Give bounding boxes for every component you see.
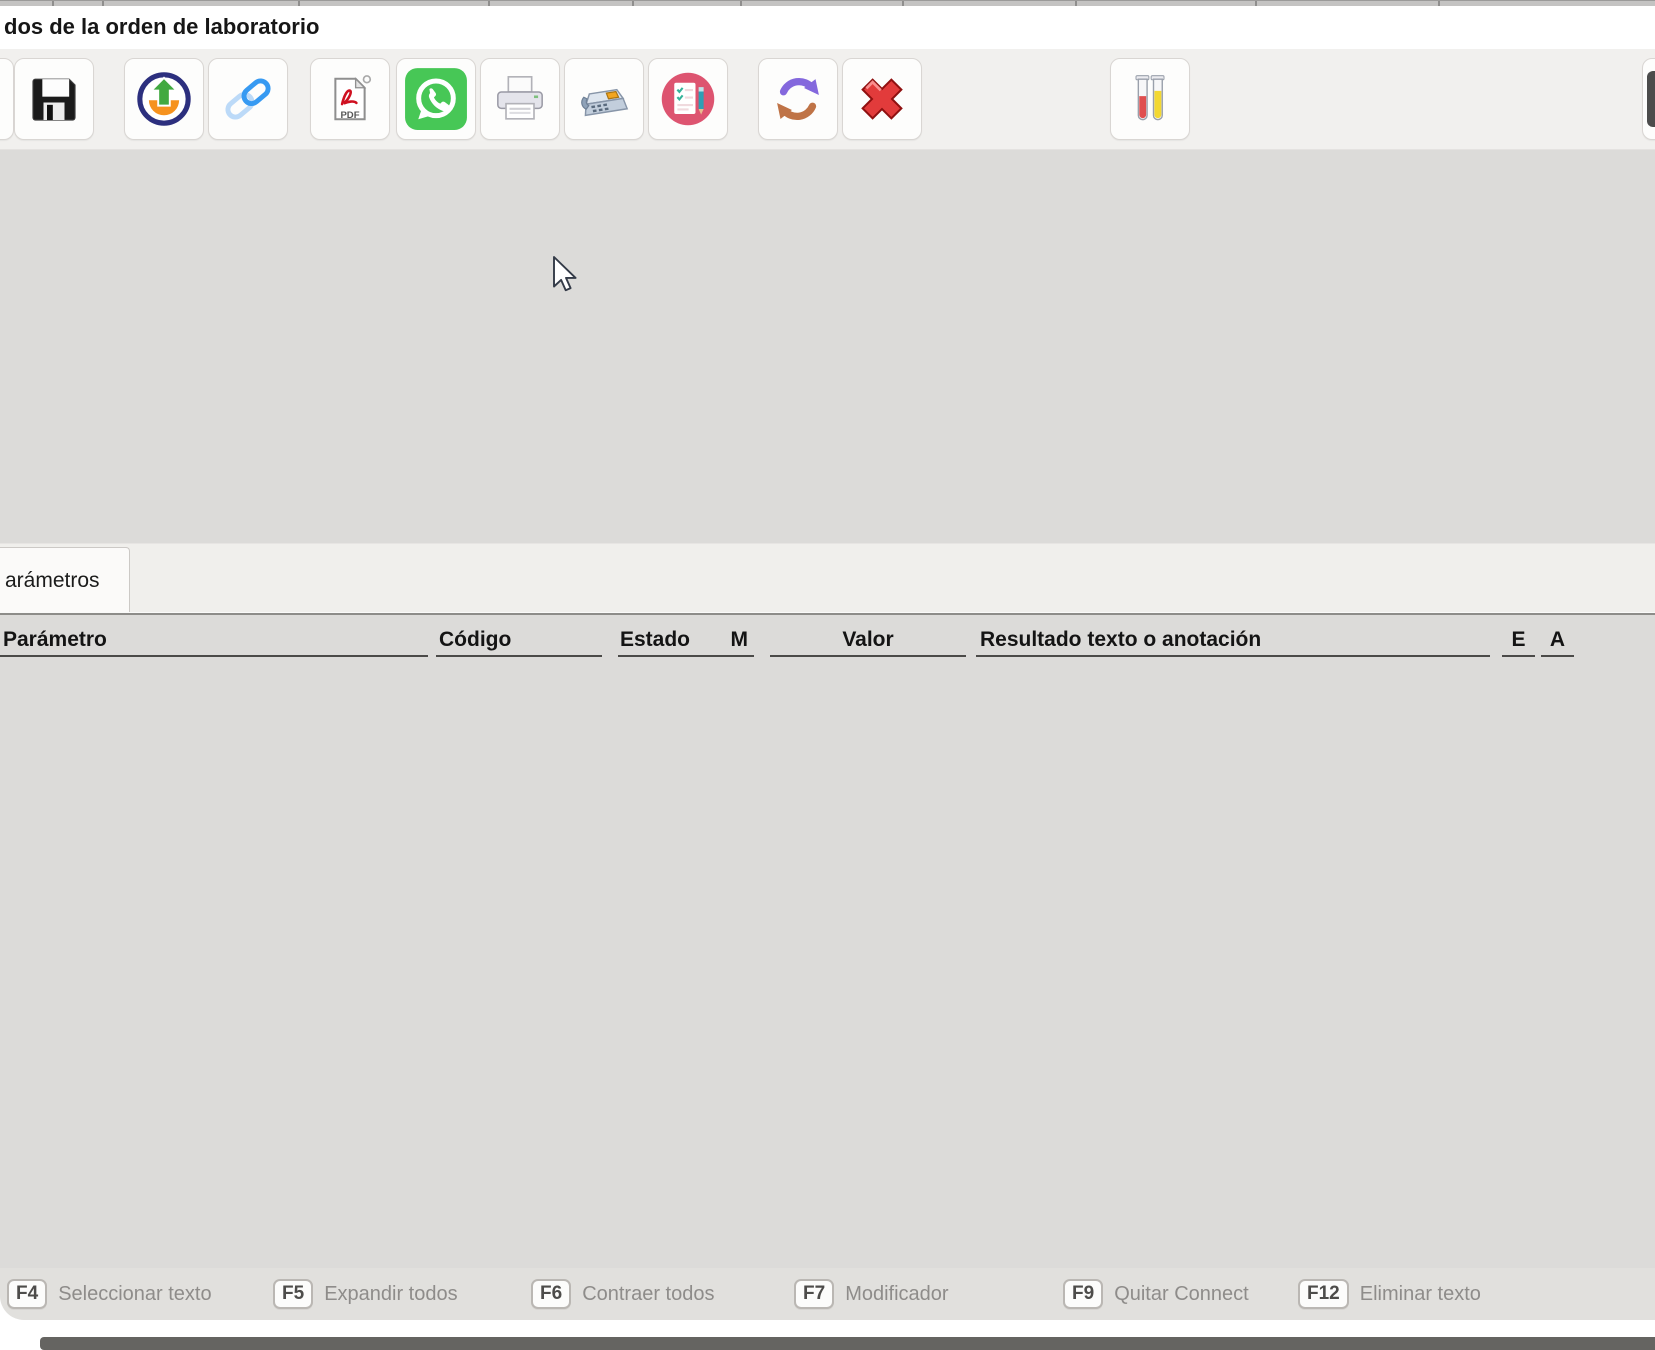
fkey-hint-f9: F9 Quitar Connect bbox=[1063, 1279, 1249, 1309]
checklist-circle-icon bbox=[658, 69, 718, 129]
column-header-parametro[interactable]: Parámetro bbox=[0, 623, 428, 657]
upload-button[interactable] bbox=[124, 58, 204, 140]
f5-key-badge: F5 bbox=[273, 1279, 313, 1309]
bottom-window-edge bbox=[40, 1337, 1655, 1350]
toolbar: PDF bbox=[0, 49, 1655, 150]
printer-icon bbox=[492, 71, 548, 127]
column-header-valor[interactable]: Valor bbox=[770, 623, 966, 657]
cropped-left-button[interactable] bbox=[0, 58, 14, 140]
f6-key-badge: F6 bbox=[531, 1279, 571, 1309]
column-header-a[interactable]: A bbox=[1541, 623, 1574, 657]
f6-key-label: Contraer todos bbox=[582, 1283, 714, 1306]
fkey-hint-f4: F4 Seleccionar texto bbox=[7, 1279, 212, 1309]
fax-button[interactable] bbox=[564, 58, 644, 140]
f12-key-label: Eliminar texto bbox=[1360, 1283, 1481, 1306]
save-button[interactable] bbox=[14, 58, 94, 140]
f9-key-label: Quitar Connect bbox=[1114, 1283, 1249, 1306]
column-header-e[interactable]: E bbox=[1502, 623, 1535, 657]
column-header-m: M bbox=[731, 623, 749, 655]
parameters-grid-body[interactable] bbox=[0, 659, 1655, 1268]
report-button[interactable] bbox=[648, 58, 728, 140]
svg-text:PDF: PDF bbox=[340, 110, 359, 121]
parameters-grid: Parámetro Código Estado M Valor Resultad… bbox=[0, 615, 1655, 1268]
f9-key-badge: F9 bbox=[1063, 1279, 1103, 1309]
tab-bar: arámetros bbox=[0, 543, 1655, 613]
pdf-document-icon: PDF bbox=[323, 72, 377, 126]
test-tubes-icon bbox=[1122, 71, 1178, 127]
title-bar: dos de la orden de laboratorio bbox=[0, 6, 1655, 49]
cropped-right-button[interactable] bbox=[1642, 58, 1655, 140]
order-detail-panel bbox=[0, 150, 1655, 543]
fkey-hint-f6: F6 Contraer todos bbox=[531, 1279, 714, 1309]
f12-key-badge: F12 bbox=[1298, 1279, 1349, 1309]
column-header-codigo[interactable]: Código bbox=[436, 623, 602, 657]
f4-key-badge: F4 bbox=[7, 1279, 47, 1309]
column-header-estado: Estado bbox=[620, 623, 690, 655]
fkey-hint-f12: F12 Eliminar texto bbox=[1298, 1279, 1481, 1309]
refresh-arrows-icon bbox=[769, 70, 827, 128]
link-button[interactable] bbox=[208, 58, 288, 140]
samples-button[interactable] bbox=[1110, 58, 1190, 140]
fax-machine-icon bbox=[575, 70, 633, 128]
fkey-hint-f7: F7 Modificador bbox=[794, 1279, 949, 1309]
chain-link-icon bbox=[220, 71, 276, 127]
cancel-button[interactable] bbox=[842, 58, 922, 140]
page-title: dos de la orden de laboratorio bbox=[4, 14, 319, 40]
floppy-disk-icon bbox=[26, 71, 82, 127]
red-x-icon bbox=[852, 69, 912, 129]
refresh-button[interactable] bbox=[758, 58, 838, 140]
f7-key-label: Modificador bbox=[845, 1283, 948, 1306]
tab-parametros-label: arámetros bbox=[5, 569, 100, 593]
print-button[interactable] bbox=[480, 58, 560, 140]
cropped-right-icon bbox=[1647, 71, 1655, 127]
column-header-resultado[interactable]: Resultado texto o anotación bbox=[976, 623, 1490, 657]
export-pdf-button[interactable]: PDF bbox=[310, 58, 390, 140]
column-header-estado-m[interactable]: Estado M bbox=[618, 623, 754, 657]
whatsapp-icon bbox=[403, 66, 469, 132]
whatsapp-button[interactable] bbox=[396, 58, 476, 140]
f7-key-badge: F7 bbox=[794, 1279, 834, 1309]
tab-parametros[interactable]: arámetros bbox=[0, 547, 130, 614]
function-key-bar: F4 Seleccionar texto F5 Expandir todos F… bbox=[0, 1268, 1655, 1320]
f4-key-label: Seleccionar texto bbox=[58, 1283, 211, 1306]
upload-circle-icon bbox=[135, 70, 193, 128]
lab-results-window: dos de la orden de laboratorio bbox=[0, 0, 1655, 1350]
fkey-hint-f5: F5 Expandir todos bbox=[273, 1279, 458, 1309]
f5-key-label: Expandir todos bbox=[324, 1283, 457, 1306]
